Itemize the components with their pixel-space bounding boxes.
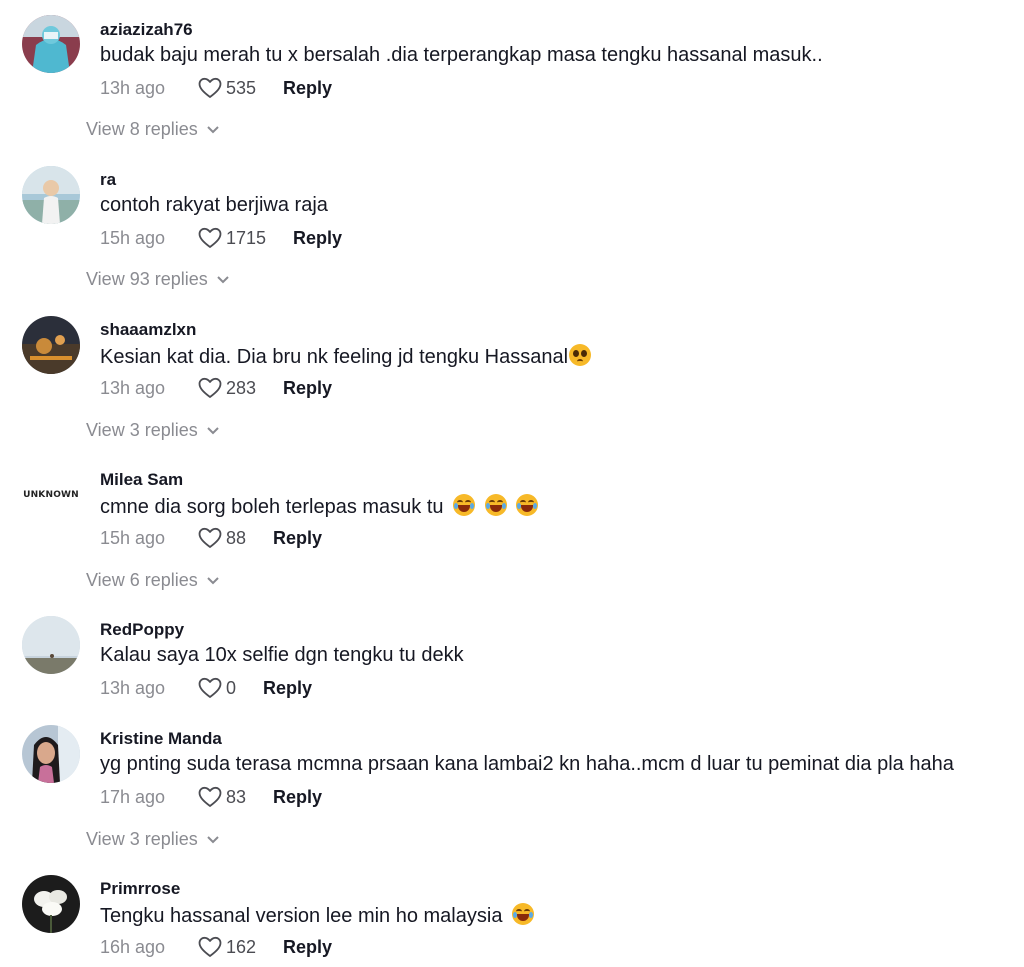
view-replies-button[interactable]: View 6 replies (86, 570, 220, 591)
laughing-crying-emoji (453, 494, 476, 516)
reply-button[interactable]: Reply (283, 78, 332, 99)
reply-button[interactable]: Reply (273, 787, 322, 808)
comment-text: Tengku hassanal version lee min ho malay… (100, 903, 535, 928)
chevron-down-icon (207, 125, 219, 133)
comment-meta: 13h ago 0 Reply (100, 676, 312, 700)
comment-username[interactable]: shaaamzlxn (100, 320, 196, 340)
heart-outline-icon (198, 677, 222, 698)
view-replies-button[interactable]: View 3 replies (86, 420, 220, 441)
avatar[interactable] (22, 616, 80, 674)
like-button[interactable]: 1715 (198, 227, 293, 249)
view-replies-button[interactable]: View 93 replies (86, 269, 230, 290)
like-button[interactable]: 162 (198, 936, 283, 958)
view-replies-button[interactable]: View 8 replies (86, 119, 220, 140)
comment-meta: 16h ago 162 Reply (100, 935, 332, 959)
comment-meta: 15h ago 1715 Reply (100, 226, 342, 250)
comment-text: budak baju merah tu x bersalah .dia terp… (100, 44, 823, 66)
comment-meta: 15h ago 88 Reply (100, 526, 322, 550)
comment-time: 15h ago (100, 527, 166, 548)
avatar[interactable]: UNKNOWN (22, 466, 80, 524)
avatar[interactable] (22, 725, 80, 783)
like-count: 83 (226, 786, 247, 807)
avatar[interactable] (22, 166, 80, 224)
view-replies-label: View 3 replies (86, 420, 198, 440)
chevron-down-icon (207, 426, 219, 434)
comment-meta: 13h ago 283 Reply (100, 376, 332, 400)
comment-time: 17h ago (100, 786, 166, 807)
view-replies-label: View 3 replies (86, 829, 198, 849)
comment-username[interactable]: ra (100, 170, 116, 190)
like-count: 88 (226, 527, 247, 548)
avatar[interactable] (22, 15, 80, 73)
comment-username[interactable]: Milea Sam (100, 470, 183, 490)
laughing-crying-emoji (512, 903, 535, 925)
comment-text: contoh rakyat berjiwa raja (100, 194, 328, 216)
like-count: 535 (226, 77, 257, 98)
comment-text: Kesian kat dia. Dia bru nk feeling jd te… (100, 344, 592, 369)
comment-text-body: Kesian kat dia. Dia bru nk feeling jd te… (100, 346, 569, 368)
comment-time: 13h ago (100, 377, 166, 398)
avatar-text: UNKNOWN (23, 490, 79, 500)
chevron-down-icon (207, 835, 219, 843)
heart-outline-icon (198, 527, 222, 548)
heart-outline-icon (198, 77, 222, 98)
view-replies-button[interactable]: View 3 replies (86, 829, 220, 850)
reply-button[interactable]: Reply (283, 937, 332, 958)
comment-text: Kalau saya 10x selfie dgn tengku tu dekk (100, 644, 464, 666)
comment-meta: 17h ago 83 Reply (100, 785, 322, 809)
like-button[interactable]: 88 (198, 527, 273, 549)
comment-text: cmne dia sorg boleh terlepas masuk tu (100, 494, 539, 519)
comment-username[interactable]: aziazizah76 (100, 20, 193, 40)
comment-text: yg pnting suda terasa mcmna prsaan kana … (100, 753, 954, 775)
comment-username[interactable]: Primrrose (100, 879, 180, 899)
like-button[interactable]: 0 (198, 677, 263, 699)
comment-username[interactable]: Kristine Manda (100, 729, 222, 749)
heart-outline-icon (198, 786, 222, 807)
comment-meta: 13h ago 535 Reply (100, 76, 332, 100)
laughing-crying-emoji (484, 494, 507, 516)
heart-outline-icon (198, 227, 222, 248)
chevron-down-icon (207, 576, 219, 584)
comment-time: 13h ago (100, 77, 166, 98)
comment-time: 15h ago (100, 227, 166, 248)
reply-button[interactable]: Reply (283, 378, 332, 399)
chevron-down-icon (217, 275, 229, 283)
laughing-crying-emoji (516, 494, 539, 516)
comment-time: 16h ago (100, 936, 166, 957)
view-replies-label: View 93 replies (86, 269, 208, 289)
like-count: 1715 (226, 227, 267, 248)
heart-outline-icon (198, 936, 222, 957)
like-count: 162 (226, 936, 257, 957)
like-count: 0 (226, 677, 237, 698)
avatar[interactable] (22, 316, 80, 374)
reply-button[interactable]: Reply (263, 678, 312, 699)
comment-text-body: Tengku hassanal version lee min ho malay… (100, 905, 503, 927)
heart-outline-icon (198, 377, 222, 398)
like-button[interactable]: 83 (198, 786, 273, 808)
comment-text-body: cmne dia sorg boleh terlepas masuk tu (100, 496, 444, 518)
like-button[interactable]: 283 (198, 377, 283, 399)
comment-time: 13h ago (100, 677, 166, 698)
pleading-face-emoji (569, 344, 592, 366)
view-replies-label: View 8 replies (86, 119, 198, 139)
avatar[interactable] (22, 875, 80, 933)
like-button[interactable]: 535 (198, 77, 283, 99)
like-count: 283 (226, 377, 257, 398)
reply-button[interactable]: Reply (293, 228, 342, 249)
view-replies-label: View 6 replies (86, 570, 198, 590)
reply-button[interactable]: Reply (273, 528, 322, 549)
comment-username[interactable]: RedPoppy (100, 620, 184, 640)
